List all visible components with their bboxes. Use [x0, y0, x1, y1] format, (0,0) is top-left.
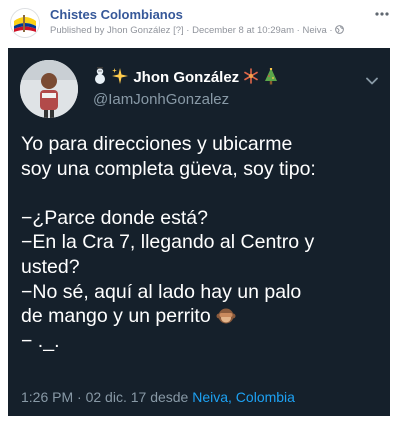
post-header: Chistes Colombianos Published by Jhon Go…	[10, 6, 394, 42]
tweet-line: Yo para direcciones y ubicarme	[21, 133, 293, 155]
globe-icon[interactable]	[335, 25, 345, 36]
tweet-line: −En la Cra 7, llegando al Centro y	[21, 231, 315, 254]
page-name[interactable]: Chistes Colombianos	[50, 7, 183, 22]
snowman-icon	[93, 67, 107, 89]
post-location[interactable]: Neiva	[302, 25, 326, 36]
chevron-down-icon[interactable]	[366, 72, 378, 90]
christmas-tree-icon	[264, 67, 278, 89]
tweet-line	[21, 181, 383, 206]
see-no-evil-monkey-icon	[216, 305, 236, 330]
tweet-line: −No sé, aquí al lado hay un palo	[21, 280, 302, 303]
separator: ·	[329, 25, 333, 36]
snowflake-icon	[243, 68, 259, 88]
post-footer-divider	[0, 419, 402, 427]
post-date[interactable]: December 8 at 10:29am	[192, 25, 294, 36]
tweet-line: de mango y un perrito	[21, 305, 211, 328]
facebook-post-card: Chistes Colombianos Published by Jhon Go…	[0, 0, 402, 427]
tweet-footer: 1:26 PM · 02 dic. 17 desde Neiva, Colomb…	[21, 389, 295, 405]
tweet-line: usted?	[21, 255, 80, 278]
tweet-timestamp[interactable]: 1:26 PM · 02 dic. 17	[21, 389, 146, 405]
separator: ·	[186, 25, 190, 36]
more-options-icon[interactable]	[374, 7, 390, 17]
tweet-line: −¿Parce donde está?	[21, 206, 209, 229]
desde-label: desde	[150, 389, 189, 405]
author-link[interactable]: Jhon González	[107, 25, 170, 36]
colombia-flag-icon	[11, 9, 39, 37]
tweet-text: Yo para direcciones y ubicarme soy una c…	[21, 132, 383, 353]
tweet-screenshot-image[interactable]: Jhon González @IamJonhGonzalez Yo para d…	[8, 48, 390, 416]
published-by-label: Published by	[50, 25, 105, 36]
avatar	[20, 60, 78, 118]
handle[interactable]: @IamJonhGonzalez	[93, 91, 229, 108]
display-name[interactable]: Jhon González	[93, 67, 278, 89]
tweet-line-with-emoji: de mango y un perrito	[21, 304, 383, 329]
tweet-location[interactable]: Neiva, Colombia	[192, 389, 295, 405]
post-meta: Published by Jhon González [?] · Decembe…	[50, 25, 345, 36]
display-name-text: Jhon González	[133, 68, 240, 86]
separator: ·	[296, 25, 300, 36]
tweet-line: − ._.	[21, 329, 60, 352]
help-marker[interactable]: [?]	[173, 25, 184, 36]
tweet-line: soy una completa güeva, soy tipo:	[21, 157, 316, 180]
page-avatar[interactable]	[10, 8, 40, 38]
sparkles-icon	[111, 67, 129, 89]
